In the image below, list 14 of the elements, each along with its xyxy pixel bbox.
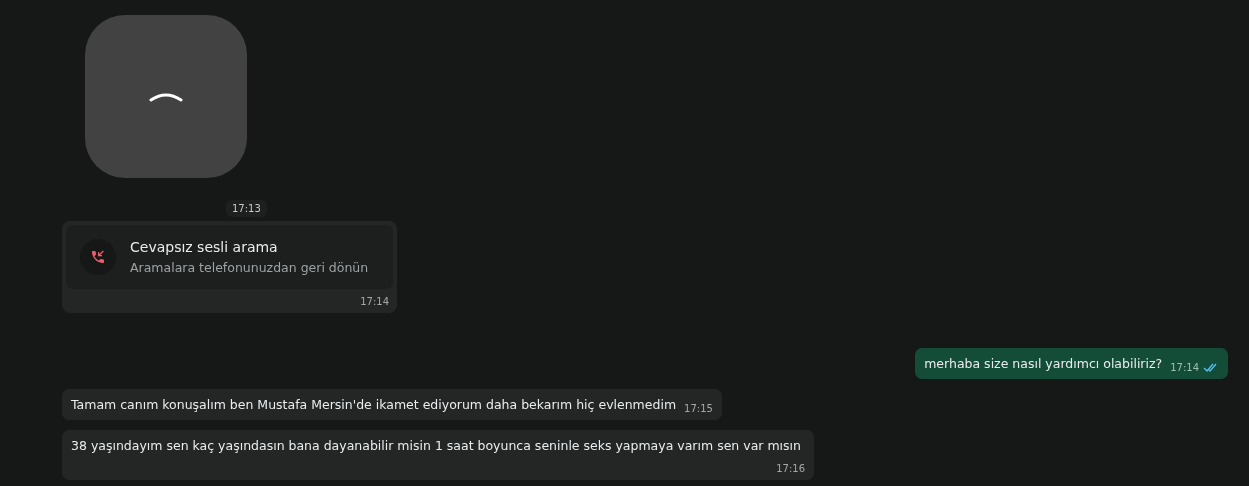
message-text: 38 yaşındayım sen kaç yaşındasın bana dayanabilir misin 1 saat boyunca seninle seks yapmaya varım sen var mısın: [71, 437, 801, 455]
sticker-placeholder[interactable]: [85, 15, 247, 178]
message-time: 17:15: [684, 403, 713, 414]
missed-call-bubble[interactable]: Cevapsız sesli arama Aramalara telefonunuzdan geri dönün 17:14: [62, 221, 397, 313]
loading-spinner-icon: [149, 91, 183, 102]
call-title: Cevapsız sesli arama: [130, 239, 279, 255]
message-text: merhaba size nasıl yardımcı olabiliriz?: [924, 355, 1163, 373]
missed-call-icon: [90, 249, 106, 265]
message-time: 17:14: [360, 296, 389, 307]
message-time: 17:14: [1170, 362, 1199, 373]
message-time: 17:16: [776, 463, 805, 474]
message-time: 17:13: [226, 200, 267, 217]
call-subtitle: Aramalara telefonunuzdan geri dönün: [130, 260, 369, 275]
message-text: Tamam canım konuşalım ben Mustafa Mersin'de ikamet ediyorum daha bekarım hiç evlenmedim: [71, 396, 677, 414]
